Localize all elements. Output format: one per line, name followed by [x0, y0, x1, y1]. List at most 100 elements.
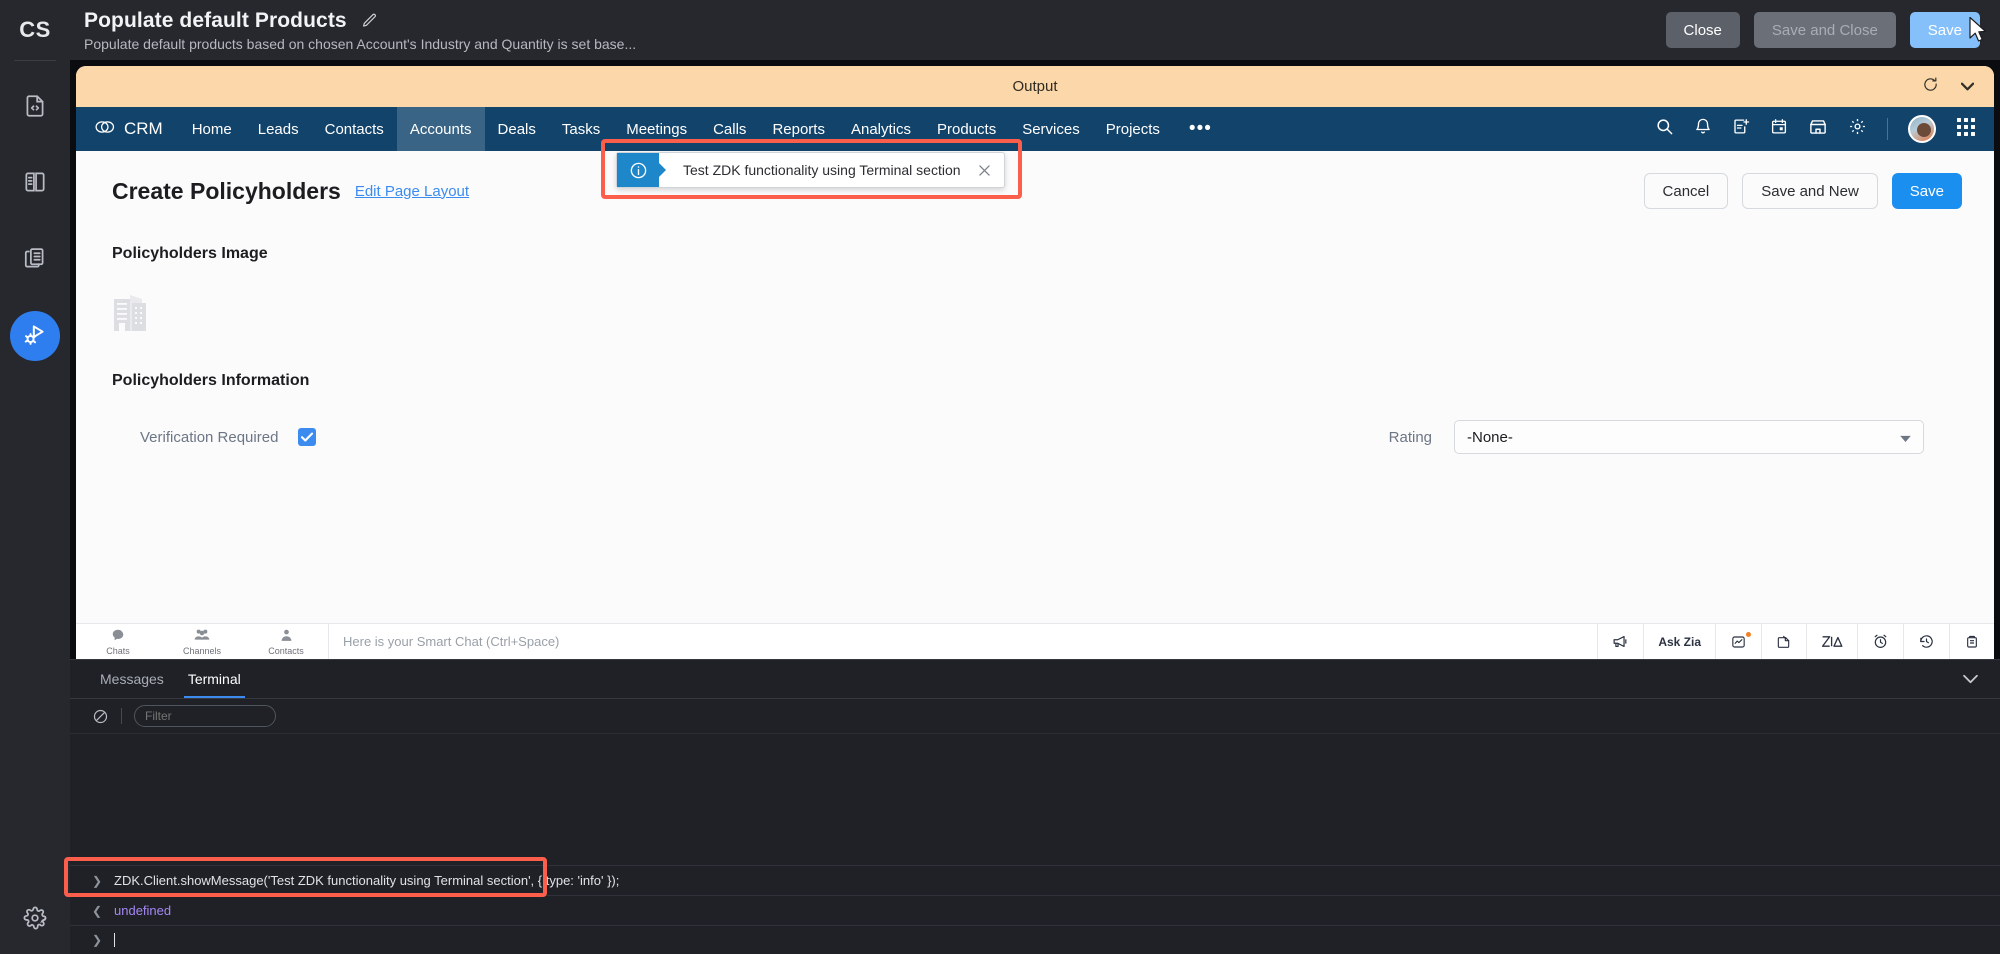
nav-item-reports[interactable]: Reports [759, 107, 838, 151]
rail-settings[interactable] [0, 905, 70, 936]
chat-tab-label: Chats [106, 646, 130, 656]
note-icon[interactable] [1761, 624, 1806, 659]
close-button[interactable]: Close [1666, 12, 1740, 48]
rail-item-records[interactable] [10, 235, 60, 285]
clear-console-icon[interactable] [92, 708, 109, 725]
rating-selected-value: -None- [1467, 429, 1513, 446]
form-title: Create Policyholders [112, 178, 341, 205]
smart-chat-bar: Chats Channels [76, 623, 1994, 659]
bell-icon[interactable] [1694, 117, 1712, 141]
alarm-clock-icon[interactable] [1857, 624, 1903, 659]
info-section-label: Policyholders Information [112, 372, 1958, 390]
cancel-button[interactable]: Cancel [1644, 173, 1729, 209]
rail-item-code[interactable] [10, 83, 60, 133]
chevron-down-icon[interactable] [1961, 78, 1974, 96]
nav-item-meetings[interactable]: Meetings [613, 107, 700, 151]
apps-grid-icon[interactable] [1956, 117, 1976, 142]
zia-logo-icon[interactable] [1806, 624, 1857, 659]
refresh-icon[interactable] [1922, 76, 1939, 98]
note-add-icon[interactable] [1732, 117, 1750, 141]
nav-item-services[interactable]: Services [1009, 107, 1093, 151]
nav-item-deals[interactable]: Deals [485, 107, 549, 151]
stack-cards-icon[interactable] [1949, 624, 1994, 659]
terminal-console[interactable]: ❯ ZDK.Client.showMessage('Test ZDK funct… [70, 734, 2000, 954]
chat-tabs: Chats Channels [76, 624, 328, 659]
rating-field: Rating -None- [1035, 420, 1958, 454]
save-button-top[interactable]: Save [1910, 12, 1980, 48]
nav-item-contacts[interactable]: Contacts [312, 107, 397, 151]
rating-label: Rating [1389, 429, 1432, 446]
notification-dot [1746, 632, 1751, 637]
save-and-new-button[interactable]: Save and New [1742, 173, 1878, 209]
nav-item-calls[interactable]: Calls [700, 107, 759, 151]
rating-select[interactable]: -None- [1454, 420, 1924, 454]
console-return-line: ❮ undefined [70, 896, 2000, 925]
history-clock-icon[interactable] [1903, 624, 1949, 659]
crm-brand-label: CRM [124, 119, 163, 139]
pencil-icon[interactable] [361, 12, 378, 29]
user-avatar[interactable] [1908, 115, 1936, 143]
nav-item-projects[interactable]: Projects [1093, 107, 1173, 151]
terminal-collapse-button[interactable] [1963, 660, 2000, 698]
crm-brand[interactable]: CRM [76, 107, 179, 151]
topbar-text-block: Populate default Products Populate defau… [84, 9, 1666, 52]
page-title: Populate default Products [84, 9, 347, 33]
rail-item-debug[interactable] [10, 311, 60, 361]
output-header: Output [76, 66, 1994, 107]
nav-more-button[interactable]: ••• [1173, 107, 1228, 151]
console-new-prompt-line: ❯ [70, 926, 2000, 954]
terminal-tabs: Messages Terminal [70, 660, 2000, 698]
nav-item-tasks[interactable]: Tasks [549, 107, 613, 151]
close-icon[interactable] [979, 153, 1004, 187]
nav-item-accounts[interactable]: Accounts [397, 107, 485, 151]
chat-tab-chats[interactable]: Chats [76, 624, 160, 659]
chat-tab-label: Contacts [268, 646, 304, 656]
chat-tab-channels[interactable]: Channels [160, 624, 244, 659]
code-file-icon [22, 93, 48, 124]
output-header-actions [1922, 66, 1974, 107]
tab-messages[interactable]: Messages [88, 660, 176, 698]
save-and-close-button[interactable]: Save and Close [1754, 12, 1896, 48]
nav-item-products[interactable]: Products [924, 107, 1009, 151]
smart-chat-input[interactable]: Here is your Smart Chat (Ctrl+Space) [328, 624, 1597, 659]
policyholders-image-section: Policyholders Image [76, 209, 1994, 338]
split-document-icon [22, 169, 48, 200]
run-debug-icon [21, 320, 49, 353]
chat-tab-contacts[interactable]: Contacts [244, 624, 328, 659]
toast-message: Test ZDK functionality using Terminal se… [659, 153, 979, 187]
filter-input[interactable] [134, 705, 276, 727]
tab-terminal[interactable]: Terminal [176, 660, 253, 698]
toolbar-divider [121, 708, 122, 724]
topbar-title-row: Populate default Products [84, 9, 1666, 33]
toast-notification: Test ZDK functionality using Terminal se… [616, 152, 1005, 188]
gear-icon [22, 905, 48, 936]
command-prompt-icon: ❯ [92, 874, 102, 888]
marketplace-icon[interactable] [1808, 117, 1828, 141]
topbar-actions: Close Save and Close Save [1666, 12, 1980, 48]
list-document-icon [22, 245, 48, 276]
megaphone-icon[interactable] [1597, 624, 1643, 659]
building-placeholder-icon[interactable] [112, 285, 1958, 338]
gear-icon[interactable] [1848, 117, 1867, 141]
search-icon[interactable] [1655, 117, 1674, 141]
console-command-row[interactable]: ❯ ZDK.Client.showMessage('Test ZDK funct… [70, 865, 2000, 896]
calendar-icon[interactable] [1770, 117, 1788, 141]
edit-page-layout-link[interactable]: Edit Page Layout [355, 183, 469, 200]
nav-item-home[interactable]: Home [179, 107, 245, 151]
form-action-buttons: Cancel Save and New Save [1644, 173, 1962, 209]
console-input-row[interactable]: ❯ [70, 926, 2000, 954]
nav-item-analytics[interactable]: Analytics [838, 107, 924, 151]
save-button[interactable]: Save [1892, 173, 1962, 209]
return-prompt-icon: ❮ [92, 904, 102, 918]
left-rail: CS [0, 0, 70, 954]
rail-divider [14, 60, 56, 61]
output-header-title: Output [1012, 78, 1057, 95]
chat-tab-label: Channels [183, 646, 221, 656]
nav-item-leads[interactable]: Leads [245, 107, 312, 151]
crm-record-form: Create Policyholders Edit Page Layout Ca… [76, 151, 1994, 659]
insights-chart-icon[interactable] [1715, 624, 1761, 659]
channels-icon [194, 628, 210, 645]
ask-zia-button[interactable]: Ask Zia [1643, 624, 1715, 659]
rail-item-layouts[interactable] [10, 159, 60, 209]
verification-required-checkbox[interactable] [298, 428, 316, 446]
